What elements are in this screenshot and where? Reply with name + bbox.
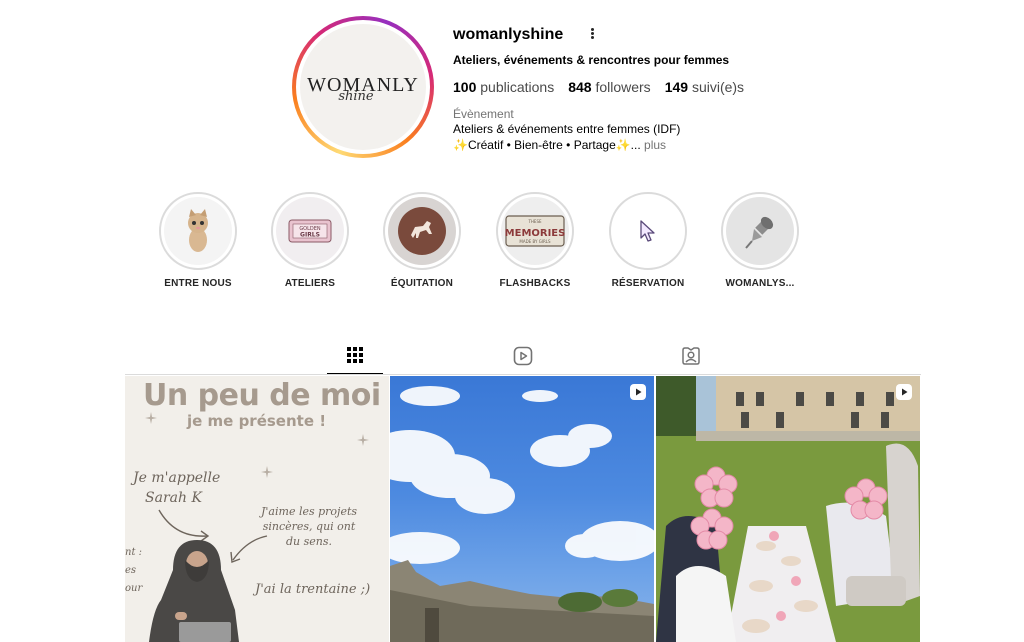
profile-avatar-ring[interactable]: WOMANLY shine (292, 16, 434, 158)
reels-badge-icon (630, 384, 646, 400)
kitten-icon (164, 197, 232, 265)
badge-girls-icon: GOLDEN GIRLS (276, 197, 344, 265)
post-title: Un peu de moi (143, 378, 381, 413)
pushpin-icon (726, 197, 794, 265)
picnic-image (656, 376, 920, 642)
svg-text:MEMORIES: MEMORIES (505, 228, 565, 239)
svg-text:MADE BY GIRLS: MADE BY GIRLS (519, 239, 551, 244)
sky-ruins-image (390, 386, 654, 642)
highlight-equitation[interactable]: ÉQUITATION (367, 192, 477, 289)
cursor-icon (614, 197, 682, 265)
post-tile-1[interactable]: Un peu de moi je me présente ! Je m'appe… (125, 376, 389, 642)
followers-link[interactable]: 848 followers (568, 79, 651, 95)
highlight-ateliers[interactable]: GOLDEN GIRLS ATELIERS (255, 192, 365, 289)
avatar-logo-sub: shine (338, 89, 374, 104)
highlight-entre-nous[interactable]: ENTRE NOUS (143, 192, 253, 289)
handwritten-note: Je m'appelle Sarah K (133, 470, 221, 506)
sparkle-icon (261, 466, 273, 478)
more-options-icon[interactable] (586, 27, 598, 43)
person-illustration (149, 540, 239, 642)
memories-plate-icon: THESE MEMORIES MADE BY GIRLS (501, 197, 569, 265)
tab-divider (125, 374, 921, 375)
tab-posts[interactable] (327, 340, 383, 375)
sparkle-icon (145, 412, 157, 424)
bio-line-2: ✨Créatif • Bien-être • Partage✨... plus (453, 138, 667, 152)
handwritten-note: J'aime les projets sincères, qui ont du … (261, 505, 358, 548)
posts-count: 100 publications (453, 79, 555, 95)
avatar: WOMANLY shine (300, 24, 426, 150)
reels-badge-icon (896, 384, 912, 400)
profile-category: Évènement (453, 107, 514, 121)
horse-icon (388, 197, 456, 265)
highlight-flashbacks[interactable]: THESE MEMORIES MADE BY GIRLS FLASHBACKS (480, 192, 590, 289)
profile-full-name: Ateliers, événements & rencontres pour f… (453, 53, 730, 67)
svg-text:THESE: THESE (527, 219, 542, 224)
tab-reels[interactable] (495, 340, 551, 374)
tab-tagged[interactable] (663, 340, 719, 374)
post-subtitle: je me présente ! (187, 412, 327, 430)
bio-more-link[interactable]: plus (644, 138, 666, 152)
svg-text:GIRLS: GIRLS (300, 232, 320, 239)
handwritten-note: J'ai la trentaine ;) (255, 582, 371, 597)
highlight-womanlyshine[interactable]: WOMANLYS... (705, 192, 815, 289)
profile-username: womanlyshine (453, 26, 564, 43)
following-link[interactable]: 149 suivi(e)s (665, 79, 744, 95)
tagged-icon (682, 347, 700, 365)
bio-line-1: Ateliers & événements entre femmes (IDF) (453, 122, 681, 136)
grid-icon (347, 347, 363, 363)
post-tile-2[interactable] (390, 376, 654, 642)
post-tile-3[interactable] (656, 376, 920, 642)
profile-stats: 100 publications 848 followers 149 suivi… (453, 79, 744, 95)
sparkle-icon (357, 434, 369, 446)
reels-icon (513, 346, 533, 366)
highlight-reservation[interactable]: RÉSERVATION (593, 192, 703, 289)
